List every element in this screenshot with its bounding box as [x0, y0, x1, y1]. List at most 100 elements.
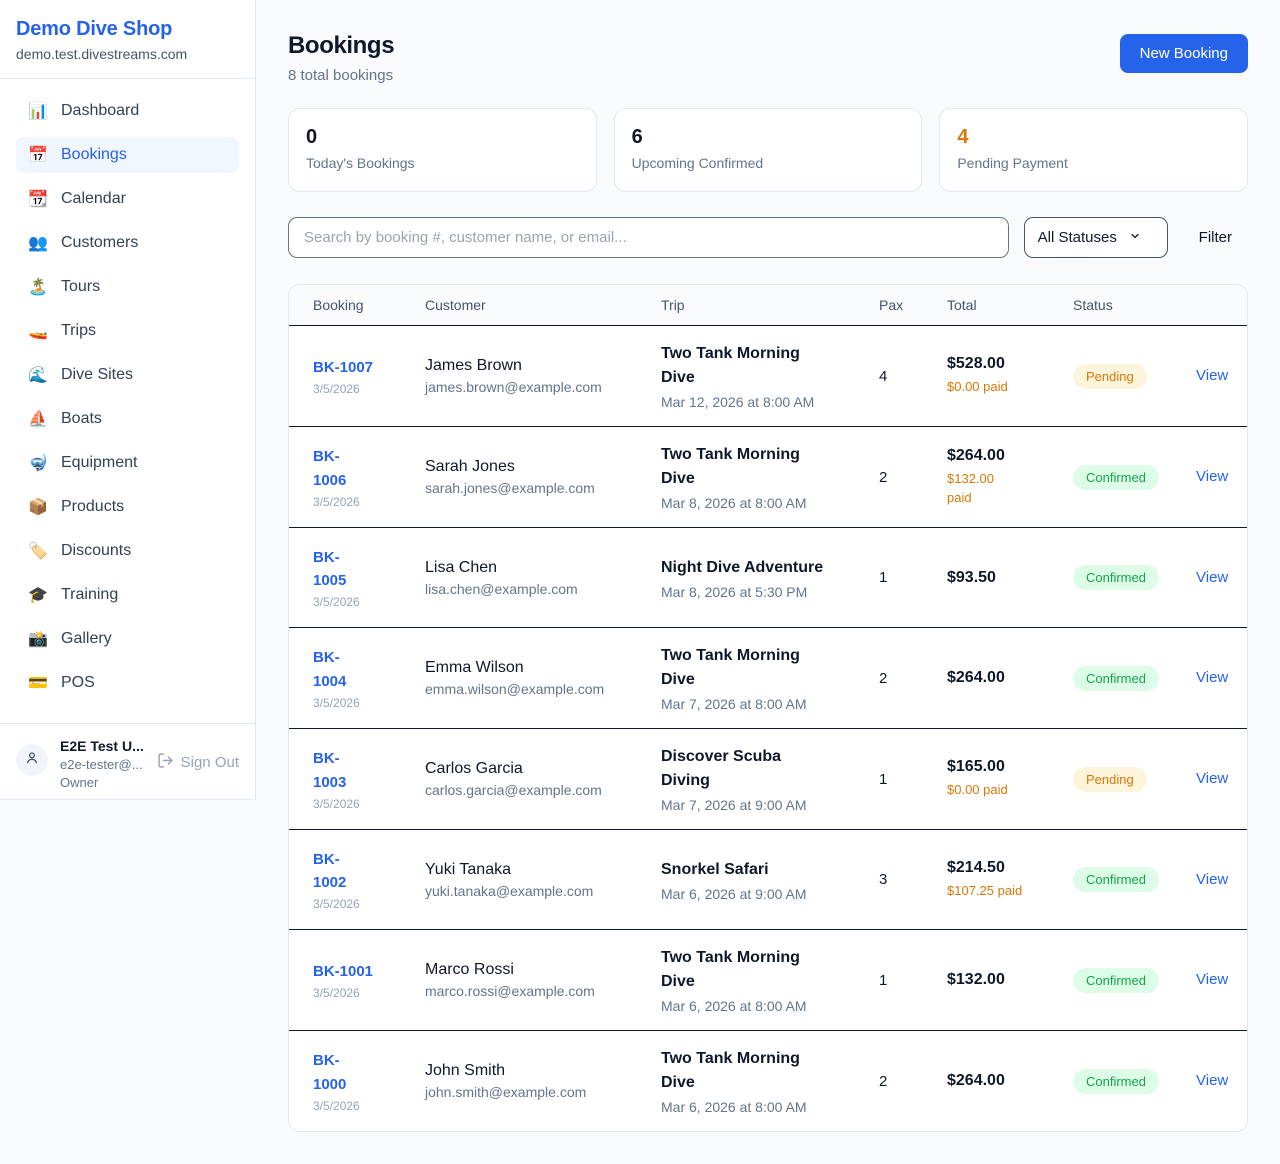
booking-date: 3/5/2026 [313, 382, 415, 396]
trip-name: Two Tank Morning Dive [661, 1047, 869, 1095]
stat-label: Upcoming Confirmed [632, 155, 905, 171]
table-row: BK- 1006 3/5/2026 Sarah Jones sarah.jone… [289, 427, 1247, 528]
column-header-customer: Customer [425, 297, 661, 313]
trip-datetime: Mar 7, 2026 at 8:00 AM [661, 696, 869, 712]
stat-card: 4 Pending Payment [939, 108, 1248, 192]
sidebar-item-gallery[interactable]: 📸 Gallery [16, 621, 239, 657]
column-header-trip: Trip [661, 297, 879, 313]
view-link[interactable]: View [1196, 468, 1228, 485]
new-booking-button[interactable]: New Booking [1120, 34, 1248, 73]
pax-count: 1 [879, 956, 947, 1005]
sign-out-label: Sign Out [181, 754, 239, 771]
shop-domain: demo.test.divestreams.com [16, 46, 239, 62]
booking-id-link[interactable]: BK- 1003 [313, 747, 346, 794]
column-header-total: Total [947, 297, 1073, 313]
pax-count: 1 [879, 553, 947, 602]
total-amount: $93.50 [947, 569, 1063, 587]
booking-id-link[interactable]: BK- 1002 [313, 848, 346, 895]
sign-out-icon [157, 752, 174, 773]
sidebar-item-products[interactable]: 📦 Products [16, 489, 239, 525]
customer-email: james.brown@example.com [425, 379, 651, 395]
customer-email: marco.rossi@example.com [425, 983, 651, 999]
trip-name: Night Dive Adventure [661, 556, 869, 580]
trip-datetime: Mar 6, 2026 at 8:00 AM [661, 998, 869, 1014]
booking-id-link[interactable]: BK- 1006 [313, 445, 346, 492]
customer-name: Marco Rossi [425, 961, 651, 979]
booking-date: 3/5/2026 [313, 595, 415, 609]
sidebar-item-trips[interactable]: 🚤 Trips [16, 313, 239, 349]
person-icon [24, 750, 40, 771]
total-amount: $165.00 [947, 758, 1063, 776]
customer-email: emma.wilson@example.com [425, 681, 651, 697]
products-icon: 📦 [28, 497, 48, 517]
trip-datetime: Mar 12, 2026 at 8:00 AM [661, 394, 869, 410]
sidebar-item-customers[interactable]: 👥 Customers [16, 225, 239, 261]
status-filter-value: All Statuses [1038, 229, 1117, 246]
booking-date: 3/5/2026 [313, 986, 415, 1000]
status-filter-select[interactable]: All Statuses [1024, 217, 1168, 258]
booking-id-link[interactable]: BK- 1005 [313, 546, 346, 593]
status-badge: Confirmed [1073, 1069, 1159, 1094]
trips-icon: 🚤 [28, 321, 48, 341]
status-badge: Confirmed [1073, 565, 1159, 590]
booking-id-link[interactable]: BK-1007 [313, 356, 373, 379]
total-amount: $264.00 [947, 669, 1063, 687]
table-header: BookingCustomerTripPaxTotalStatus [289, 285, 1247, 326]
stats-row: 0 Today's Bookings 6 Upcoming Confirmed … [288, 108, 1248, 192]
view-link[interactable]: View [1196, 770, 1228, 787]
shop-name: Demo Dive Shop [16, 18, 239, 41]
search-input[interactable] [288, 217, 1009, 258]
pax-count: 3 [879, 855, 947, 904]
table-row: BK-1007 3/5/2026 James Brown james.brown… [289, 326, 1247, 427]
booking-id-link[interactable]: BK-1001 [313, 960, 373, 983]
booking-id-link[interactable]: BK- 1000 [313, 1049, 346, 1096]
view-link[interactable]: View [1196, 871, 1228, 888]
column-header-status: Status [1073, 297, 1196, 313]
table-row: BK- 1003 3/5/2026 Carlos Garcia carlos.g… [289, 729, 1247, 830]
bookings-count: 8 total bookings [288, 67, 394, 84]
customer-name: Sarah Jones [425, 458, 651, 476]
table-row: BK-1001 3/5/2026 Marco Rossi marco.rossi… [289, 930, 1247, 1031]
user-name: E2E Test U... [60, 738, 145, 754]
stat-value: 4 [957, 126, 1230, 149]
sidebar-item-training[interactable]: 🎓 Training [16, 577, 239, 613]
sidebar-item-calendar[interactable]: 📆 Calendar [16, 181, 239, 217]
view-link[interactable]: View [1196, 971, 1228, 988]
status-badge: Pending [1073, 767, 1147, 792]
sidebar-item-dashboard[interactable]: 📊 Dashboard [16, 93, 239, 129]
pax-count: 2 [879, 453, 947, 502]
sidebar-item-boats[interactable]: ⛵ Boats [16, 401, 239, 437]
pax-count: 2 [879, 1057, 947, 1106]
total-amount: $214.50 [947, 859, 1063, 877]
view-link[interactable]: View [1196, 1072, 1228, 1089]
sidebar-item-equipment[interactable]: 🤿 Equipment [16, 445, 239, 481]
filter-button[interactable]: Filter [1183, 229, 1248, 246]
stat-card: 6 Upcoming Confirmed [614, 108, 923, 192]
pos-icon: 💳 [28, 673, 48, 693]
chevron-down-icon [1129, 229, 1141, 246]
user-box: E2E Test U... e2e-tester@... Owner Sign … [0, 723, 255, 804]
total-amount: $264.00 [947, 1072, 1063, 1090]
stat-card: 0 Today's Bookings [288, 108, 597, 192]
sidebar-item-tours[interactable]: 🏝️ Tours [16, 269, 239, 305]
sidebar-item-dive-sites[interactable]: 🌊 Dive Sites [16, 357, 239, 393]
bookings-icon: 📅 [28, 145, 48, 165]
total-amount: $264.00 [947, 447, 1063, 465]
booking-id-link[interactable]: BK- 1004 [313, 646, 346, 693]
sidebar-item-discounts[interactable]: 🏷️ Discounts [16, 533, 239, 569]
gallery-icon: 📸 [28, 629, 48, 649]
view-link[interactable]: View [1196, 367, 1228, 384]
sidebar: Demo Dive Shop demo.test.divestreams.com… [0, 0, 256, 800]
trip-name: Two Tank Morning Dive [661, 443, 869, 491]
sign-out-button[interactable]: Sign Out [157, 752, 239, 773]
page-title: Bookings [288, 32, 394, 60]
sidebar-item-bookings[interactable]: 📅 Bookings [16, 137, 239, 173]
sidebar-item-pos[interactable]: 💳 POS [16, 665, 239, 701]
boats-icon: ⛵ [28, 409, 48, 429]
view-link[interactable]: View [1196, 569, 1228, 586]
table-row: BK- 1005 3/5/2026 Lisa Chen lisa.chen@ex… [289, 528, 1247, 628]
trip-name: Snorkel Safari [661, 858, 869, 882]
view-link[interactable]: View [1196, 669, 1228, 686]
equipment-icon: 🤿 [28, 453, 48, 473]
booking-date: 3/5/2026 [313, 897, 415, 911]
